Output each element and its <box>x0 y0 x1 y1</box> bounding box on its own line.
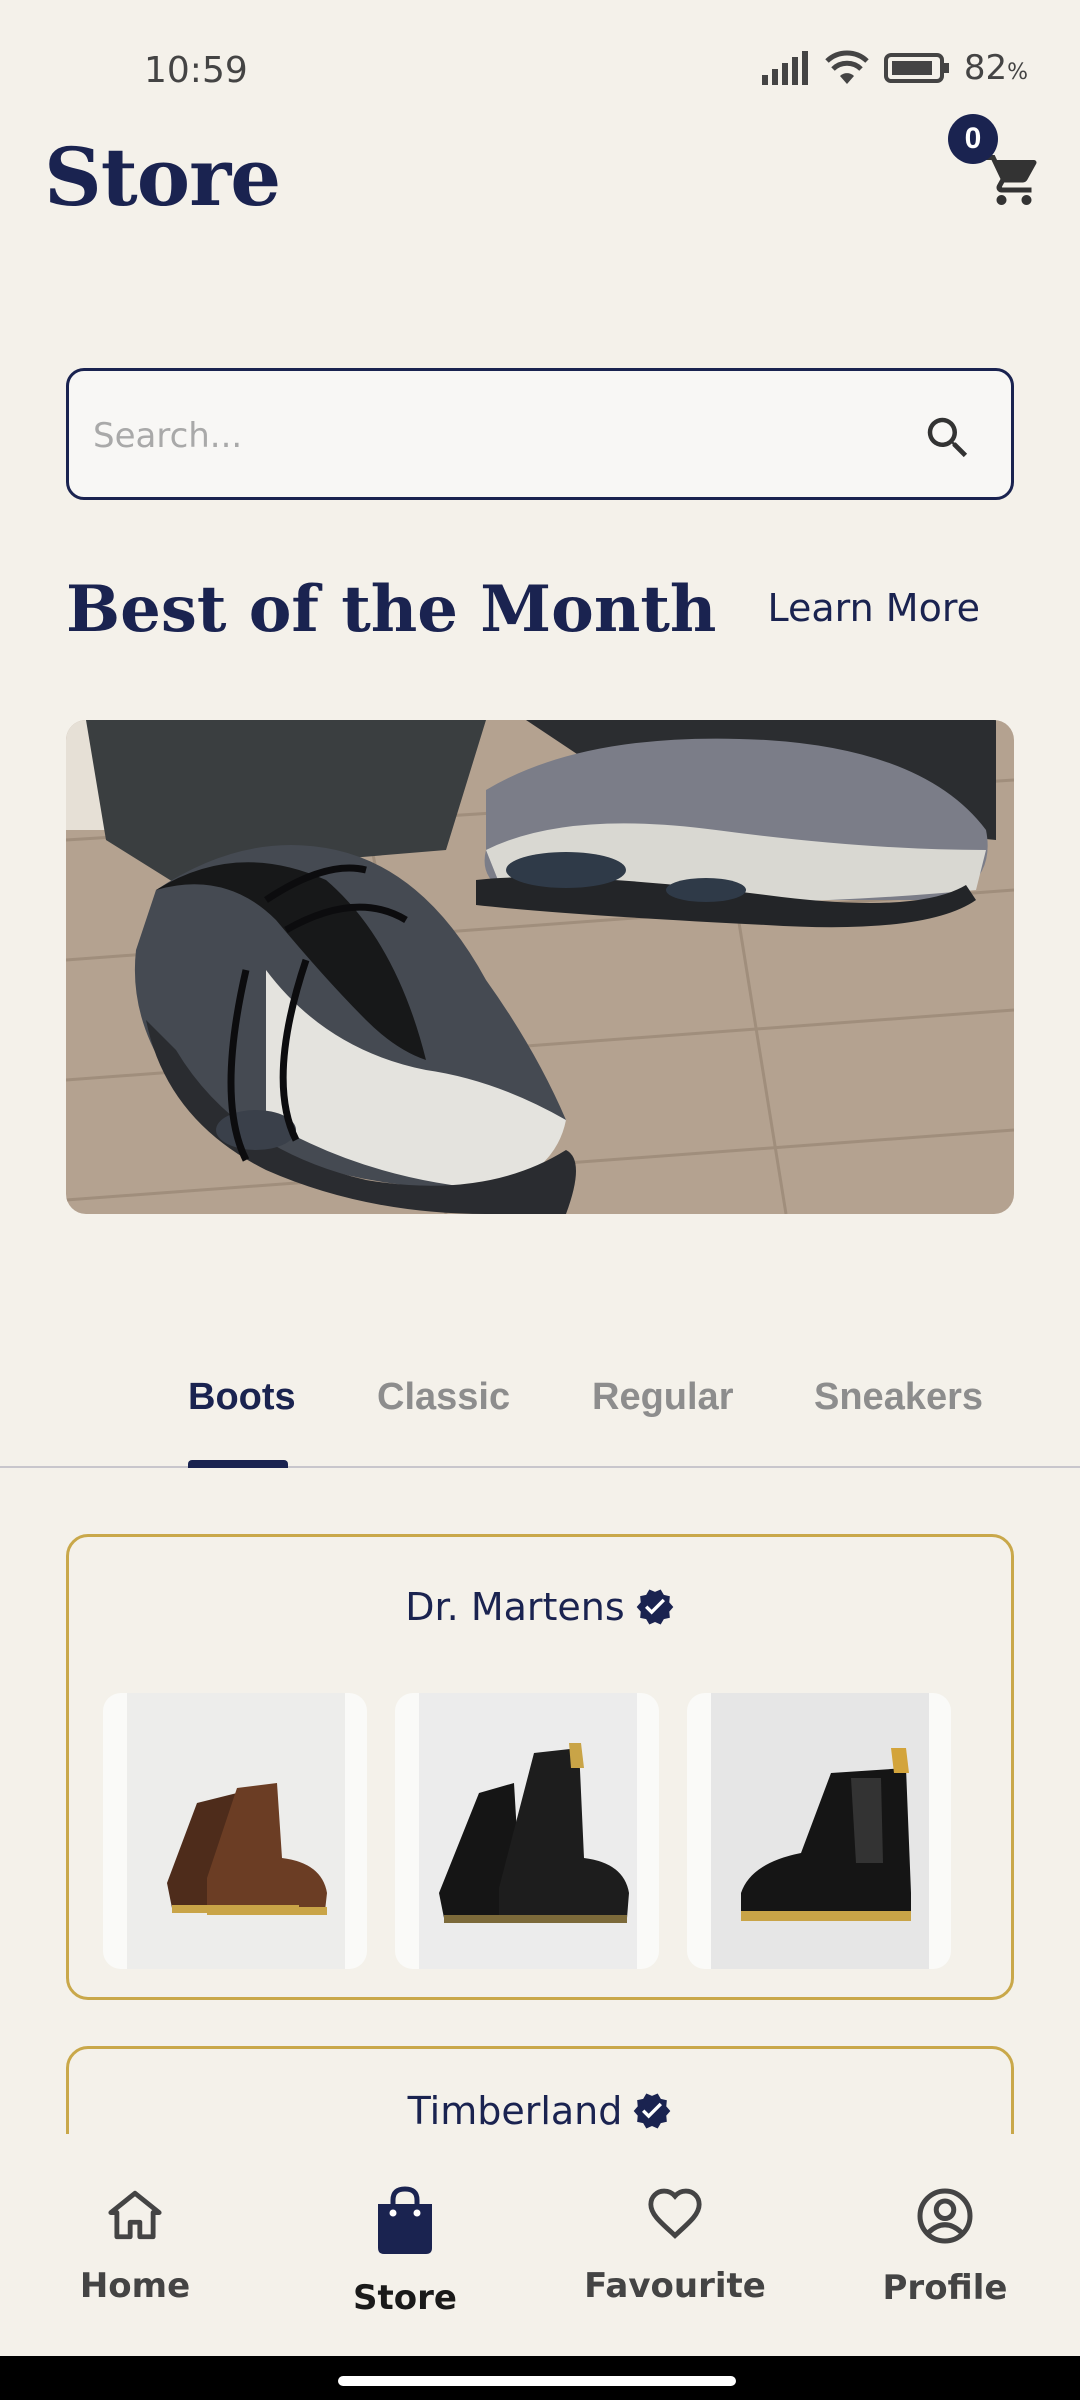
tab-indicator <box>188 1460 288 1468</box>
product-card[interactable] <box>395 1693 659 1969</box>
product-card[interactable] <box>103 1693 367 1969</box>
page-title: Store <box>44 130 281 224</box>
home-icon <box>108 2190 162 2240</box>
learn-more-link[interactable]: Learn More <box>768 586 981 630</box>
cart-button[interactable]: 0 <box>948 114 1048 214</box>
nav-profile-label: Profile <box>882 2268 1008 2308</box>
tab-sneakers[interactable]: Sneakers <box>814 1376 983 1419</box>
featured-banner-image[interactable] <box>66 720 1014 1214</box>
wifi-icon <box>825 50 869 84</box>
product-card[interactable] <box>687 1693 951 1969</box>
tab-classic[interactable]: Classic <box>377 1376 510 1419</box>
shopping-bag-icon <box>378 2186 432 2254</box>
battery-percent: 82% <box>963 48 1028 88</box>
brand-name: Timberland <box>407 2089 623 2133</box>
search-input[interactable] <box>93 401 893 471</box>
nav-home-label: Home <box>79 2266 191 2306</box>
product-image-chelsea-boot <box>711 1693 929 1969</box>
bottom-navigation: Home Store Favourite Profile <box>0 2134 1080 2356</box>
brand-card[interactable]: Dr. Martens <box>66 1534 1014 2000</box>
cart-icon <box>986 155 1037 205</box>
brand-header: Dr. Martens <box>69 1585 1011 1629</box>
nav-profile[interactable]: Profile <box>845 2186 1045 2308</box>
profile-icon <box>917 2188 973 2244</box>
heart-icon <box>648 2188 702 2239</box>
search-box <box>66 368 1014 500</box>
product-image-black-boots <box>419 1693 637 1969</box>
gesture-bar <box>0 2356 1080 2400</box>
brand-header: Timberland <box>69 2089 1011 2133</box>
nav-store-label: Store <box>353 2278 457 2318</box>
status-icons: 82% <box>761 48 1028 88</box>
nav-home[interactable]: Home <box>35 2186 235 2306</box>
cart-badge: 0 <box>948 114 998 164</box>
home-indicator[interactable] <box>338 2376 736 2386</box>
status-bar: 10:59 82% <box>0 0 1080 140</box>
nav-favourite[interactable]: Favourite <box>575 2186 775 2306</box>
search-icon[interactable] <box>921 411 975 465</box>
section-title: Best of the Month <box>66 572 717 647</box>
verified-icon <box>636 1589 674 1625</box>
signal-icon <box>761 51 808 85</box>
nav-favourite-label: Favourite <box>584 2266 766 2306</box>
category-tabs: Boots Classic Regular Sneakers <box>0 1340 1080 1468</box>
verified-icon <box>634 2093 671 2129</box>
nav-store[interactable]: Store <box>305 2186 505 2318</box>
product-row <box>103 1693 951 1969</box>
tab-boots[interactable]: Boots <box>188 1376 296 1419</box>
status-time: 10:59 <box>144 50 248 91</box>
tab-regular[interactable]: Regular <box>592 1376 733 1419</box>
brand-name: Dr. Martens <box>405 1585 625 1629</box>
battery-icon <box>883 53 949 83</box>
product-image-brown-boots <box>127 1693 345 1969</box>
